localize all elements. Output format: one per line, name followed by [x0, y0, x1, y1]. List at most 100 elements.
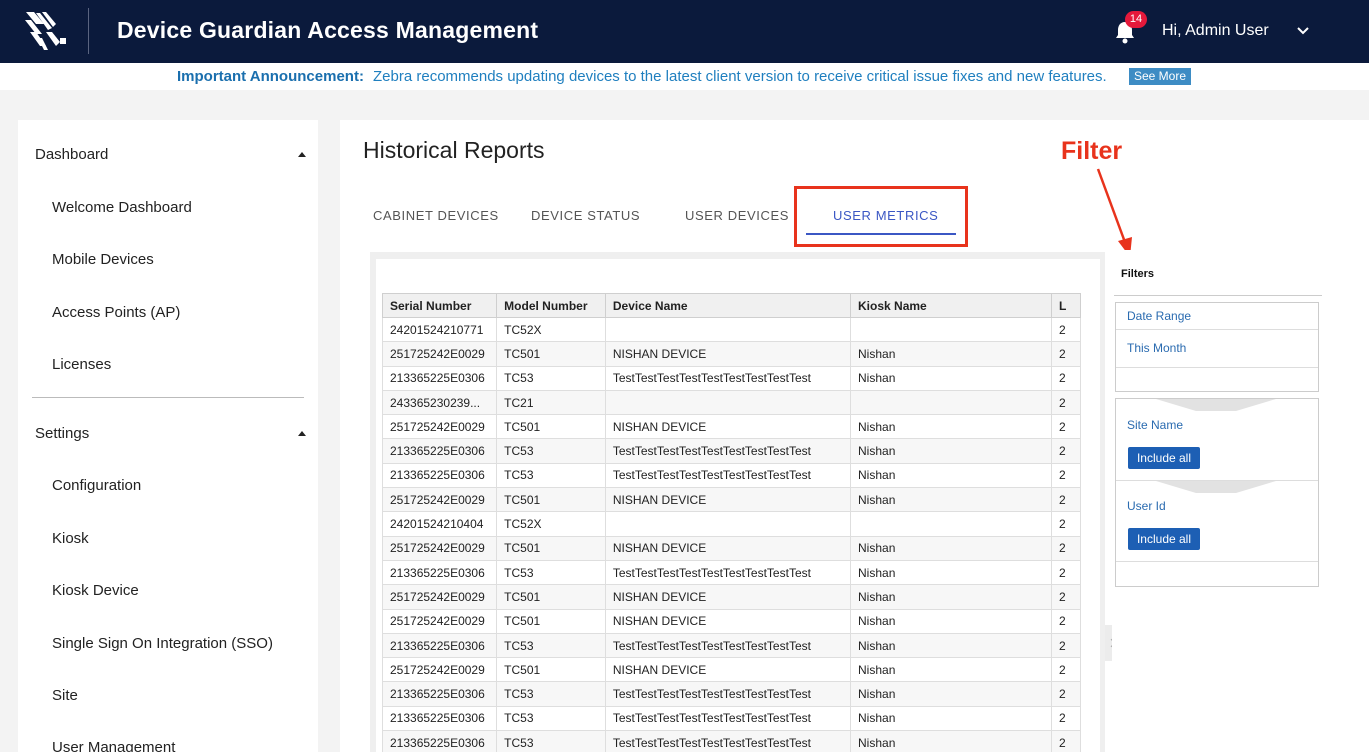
- table-row[interactable]: 251725242E0029 TC501 NISHAN DEVICE Nishan 2: [382, 535, 1081, 561]
- chevron-down-icon[interactable]: [1296, 25, 1310, 37]
- table-cell: Nishan: [850, 365, 1052, 391]
- table-cell: [850, 316, 1052, 343]
- report-table-container[interactable]: Serial Number Model Number Device Name K…: [382, 293, 1081, 752]
- table-cell: NISHAN DEVICE: [604, 657, 852, 683]
- page-title: Historical Reports: [363, 137, 545, 163]
- table-row[interactable]: 24201524210771 TC52X 2: [382, 316, 1081, 343]
- column-header-truncated[interactable]: L: [1050, 293, 1081, 318]
- column-header-device-name[interactable]: Device Name: [604, 293, 852, 318]
- table-row[interactable]: 251725242E0029 TC501 NISHAN DEVICE Nishan 2: [382, 608, 1081, 634]
- table-cell: 213365225E0306: [382, 730, 498, 752]
- tab-device-status[interactable]: DEVICE STATUS: [531, 208, 640, 223]
- column-header-serial-number[interactable]: Serial Number: [382, 293, 498, 318]
- sidebar-group-settings[interactable]: Settings: [35, 425, 89, 442]
- table-cell: [850, 511, 1052, 537]
- table-cell: TestTestTestTestTestTestTestTestTest: [604, 730, 852, 752]
- table-cell: TC501: [496, 341, 606, 367]
- sidebar-item-sso[interactable]: Single Sign On Integration (SSO): [52, 635, 273, 652]
- table-cell: 213365225E0306: [382, 365, 498, 391]
- sidebar-item-site[interactable]: Site: [52, 687, 78, 704]
- table-cell: NISHAN DEVICE: [604, 535, 852, 561]
- sidebar-item-licenses[interactable]: Licenses: [52, 356, 111, 373]
- table-row[interactable]: 251725242E0029 TC501 NISHAN DEVICE Nishan 2: [382, 657, 1081, 683]
- table-cell: 2: [1050, 657, 1081, 683]
- sidebar-group-dashboard[interactable]: Dashboard: [35, 146, 108, 163]
- divider-wedge-icon: [1156, 481, 1276, 493]
- sidebar-item-mobile-devices[interactable]: Mobile Devices: [52, 251, 154, 268]
- table-cell: 2: [1050, 559, 1081, 586]
- table-row[interactable]: 251725242E0029 TC501 NISHAN DEVICE Nishan 2: [382, 584, 1081, 610]
- zebra-logo-icon[interactable]: [22, 8, 70, 54]
- sidebar-item-welcome-dashboard[interactable]: Welcome Dashboard: [52, 199, 192, 216]
- table-cell: 243365230239...: [382, 389, 498, 416]
- table-cell: TC53: [496, 705, 606, 732]
- table-cell: 2: [1050, 438, 1081, 464]
- sidebar-item-access-points[interactable]: Access Points (AP): [52, 304, 180, 321]
- table-cell: 213365225E0306: [382, 705, 498, 732]
- site-name-include-all-button[interactable]: Include all: [1128, 447, 1200, 469]
- column-header-kiosk-name[interactable]: Kiosk Name: [850, 293, 1052, 318]
- caret-up-icon[interactable]: [298, 431, 306, 436]
- table-cell: Nishan: [850, 462, 1052, 489]
- table-cell: TC21: [496, 389, 606, 416]
- table-row[interactable]: 251725242E0029 TC501 NISHAN DEVICE Nishan 2: [382, 341, 1081, 367]
- table-cell: 24201524210404: [382, 511, 498, 537]
- table-cell: TC501: [496, 487, 606, 513]
- see-more-button[interactable]: See More: [1129, 68, 1192, 85]
- table-cell: TestTestTestTestTestTestTestTestTest: [604, 559, 852, 586]
- annotation-label: Filter: [1061, 137, 1123, 165]
- table-cell: 2: [1050, 535, 1081, 561]
- table-cell: Nishan: [850, 584, 1052, 610]
- table-cell: NISHAN DEVICE: [604, 487, 852, 513]
- table-row[interactable]: 213365225E0306 TC53 TestTestTestTestTestTe…: [382, 681, 1081, 707]
- table-cell: Nishan: [850, 632, 1052, 659]
- sidebar-item-configuration[interactable]: Configuration: [52, 477, 141, 494]
- table-cell: 213365225E0306: [382, 438, 498, 464]
- site-user-filter-box: Site Name Include all User Id Include al…: [1115, 398, 1319, 587]
- table-cell: Nishan: [850, 608, 1052, 634]
- table-cell: TC53: [496, 438, 606, 464]
- table-row[interactable]: 251725242E0029 TC501 NISHAN DEVICE Nishan 2: [382, 414, 1081, 440]
- table-row[interactable]: 213365225E0306 TC53 TestTestTestTestTestTe…: [382, 730, 1081, 752]
- table-row[interactable]: 213365225E0306 TC53 TestTestTestTestTestTe…: [382, 462, 1081, 489]
- table-cell: Nishan: [850, 705, 1052, 732]
- table-cell: TestTestTestTestTestTestTestTestTest: [604, 462, 852, 489]
- table-cell: 251725242E0029: [382, 535, 498, 561]
- date-range-value[interactable]: This Month: [1127, 341, 1186, 355]
- user-greeting[interactable]: Hi, Admin User: [1162, 22, 1269, 40]
- table-row[interactable]: 251725242E0029 TC501 NISHAN DEVICE Nishan 2: [382, 487, 1081, 513]
- date-range-label[interactable]: Date Range: [1127, 309, 1191, 323]
- table-cell: 2: [1050, 511, 1081, 537]
- table-cell: TC501: [496, 535, 606, 561]
- table-cell: 251725242E0029: [382, 608, 498, 634]
- sidebar-item-kiosk[interactable]: Kiosk: [52, 530, 89, 547]
- column-header-model-number[interactable]: Model Number: [496, 293, 606, 318]
- table-row[interactable]: 213365225E0306 TC53 TestTestTestTestTestTe…: [382, 438, 1081, 464]
- table-row[interactable]: 213365225E0306 TC53 TestTestTestTestTestTe…: [382, 559, 1081, 586]
- table-row[interactable]: 213365225E0306 TC53 TestTestTestTestTestTe…: [382, 705, 1081, 732]
- table-cell: 2: [1050, 584, 1081, 610]
- table-cell: 2: [1050, 389, 1081, 416]
- announcement-message: Zebra recommends updating devices to the…: [373, 68, 1107, 85]
- table-row[interactable]: 213365225E0306 TC53 TestTestTestTestTestTe…: [382, 365, 1081, 391]
- table-cell: 213365225E0306: [382, 559, 498, 586]
- sidebar: Dashboard Welcome Dashboard Mobile Devic…: [18, 120, 318, 752]
- tab-cabinet-devices[interactable]: CABINET DEVICES: [373, 208, 499, 223]
- annotation-highlight-box: [794, 186, 968, 247]
- tab-user-devices[interactable]: USER DEVICES: [685, 208, 789, 223]
- table-cell: TC53: [496, 559, 606, 586]
- table-cell: [850, 389, 1052, 416]
- table-cell: TC52X: [496, 316, 606, 343]
- date-range-filter[interactable]: Date Range This Month: [1115, 302, 1319, 392]
- table-row[interactable]: 213365225E0306 TC53 TestTestTestTestTestTe…: [382, 632, 1081, 659]
- table-cell: [604, 316, 852, 343]
- user-id-include-all-button[interactable]: Include all: [1128, 528, 1200, 550]
- sidebar-item-user-management[interactable]: User Management: [52, 739, 175, 752]
- table-row[interactable]: 24201524210404 TC52X 2: [382, 511, 1081, 537]
- sidebar-item-kiosk-device[interactable]: Kiosk Device: [52, 582, 139, 599]
- table-row[interactable]: 243365230239... TC21 2: [382, 389, 1081, 416]
- table-cell: TestTestTestTestTestTestTestTestTest: [604, 705, 852, 732]
- table-cell: Nishan: [850, 730, 1052, 752]
- date-range-value-row[interactable]: This Month: [1116, 329, 1318, 367]
- caret-up-icon[interactable]: [298, 152, 306, 157]
